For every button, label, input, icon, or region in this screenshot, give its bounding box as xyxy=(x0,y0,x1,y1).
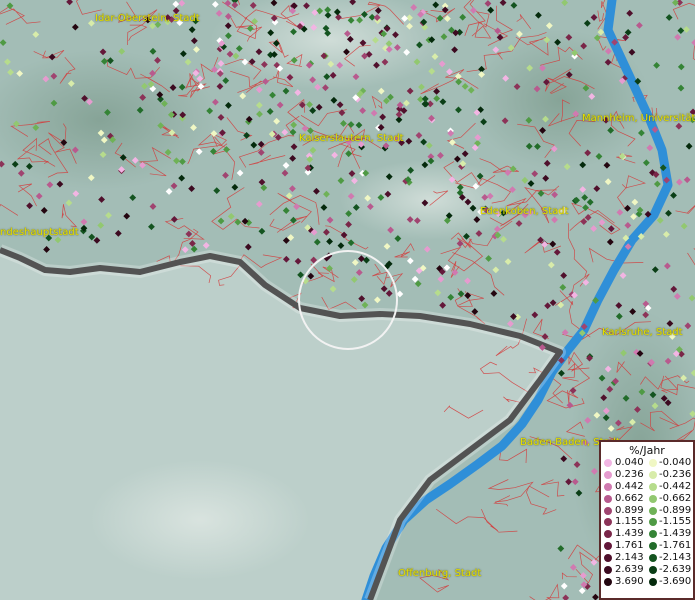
city-label: Kaiserslautern, Stadt xyxy=(299,133,404,144)
legend-swatch xyxy=(649,518,657,527)
legend-value: 1.439 xyxy=(615,528,644,540)
city-label: ndeshauptstadt xyxy=(0,227,79,238)
legend-value: 0.040 xyxy=(615,457,644,468)
legend-swatch xyxy=(604,518,612,527)
map-canvas[interactable] xyxy=(0,0,695,600)
city-label: Offenburg, Stadt xyxy=(398,568,482,579)
legend-value: -0.040 xyxy=(659,457,692,468)
legend-value: 0.442 xyxy=(615,480,644,492)
legend-row: 0.040 -0.040 xyxy=(601,457,693,469)
city-label: Karlsruhe, Stadt xyxy=(602,327,683,338)
legend-value: -1.439 xyxy=(659,528,692,540)
legend-value: -2.639 xyxy=(659,564,692,576)
legend-value: 0.662 xyxy=(615,492,644,504)
legend-row: 0.442 -0.442 xyxy=(601,481,693,493)
legend-value: -0.662 xyxy=(659,492,692,504)
legend-value: 3.690 xyxy=(615,575,644,587)
city-label: Mannheim, Universitäts xyxy=(582,113,695,124)
legend-rows: 0.040 -0.040 0.236 -0.236 0.442 -0.442 0.662 -0… xyxy=(601,457,693,588)
legend-swatch xyxy=(604,542,612,551)
legend-row: 2.639 -2.639 xyxy=(601,564,693,576)
legend-value: 2.143 xyxy=(615,552,644,564)
legend-row: 1.761 -1.761 xyxy=(601,540,693,552)
legend-value: 1.155 xyxy=(615,516,644,528)
legend-row: 3.690 -3.690 xyxy=(601,576,693,588)
map-view[interactable]: Idar-Oberstein, Stadt Kaiserslautern, St… xyxy=(0,0,695,600)
legend-swatch xyxy=(604,506,612,515)
legend-swatch xyxy=(604,530,612,539)
legend-swatch xyxy=(649,470,657,479)
legend-row: 0.899 -0.899 xyxy=(601,505,693,517)
relief-shade xyxy=(90,460,310,580)
legend-swatch xyxy=(649,482,657,491)
legend-swatch xyxy=(649,530,657,539)
legend-swatch xyxy=(649,566,657,575)
legend-swatch xyxy=(604,494,612,503)
legend-row: 1.155 -1.155 xyxy=(601,516,693,528)
legend-value: -0.899 xyxy=(659,504,692,516)
legend-row: 2.143 -2.143 xyxy=(601,552,693,564)
legend-row: 1.439 -1.439 xyxy=(601,528,693,540)
legend-swatch xyxy=(604,566,612,575)
legend-swatch xyxy=(604,577,612,586)
legend-swatch xyxy=(604,459,612,467)
legend-value: -0.442 xyxy=(659,480,692,492)
legend-swatch xyxy=(604,554,612,563)
legend-value: 2.639 xyxy=(615,564,644,576)
legend-swatch xyxy=(649,494,657,503)
legend-swatch xyxy=(649,542,657,551)
legend-value: 1.761 xyxy=(615,540,644,552)
legend-swatch xyxy=(604,470,612,479)
legend-swatch xyxy=(649,506,657,515)
legend-title: %/Jahr xyxy=(629,444,665,457)
city-label: Edenkoben, Stadt xyxy=(480,206,569,217)
legend: %/Jahr 0.040 -0.040 0.236 -0.236 0.442 -0.442… xyxy=(599,440,695,600)
legend-swatch xyxy=(649,554,657,563)
legend-value: 0.236 xyxy=(615,468,644,480)
legend-value: -0.236 xyxy=(659,468,692,480)
legend-row: 0.236 -0.236 xyxy=(601,469,693,481)
legend-swatch xyxy=(649,577,657,586)
legend-value: -3.690 xyxy=(659,575,692,587)
legend-swatch xyxy=(649,459,657,467)
legend-value: -2.143 xyxy=(659,552,692,564)
legend-swatch xyxy=(604,482,612,491)
legend-value: -1.761 xyxy=(659,540,692,552)
legend-value: 0.899 xyxy=(615,504,644,516)
legend-row: 0.662 -0.662 xyxy=(601,493,693,505)
legend-value: -1.155 xyxy=(659,516,692,528)
city-label: Idar-Oberstein, Stadt xyxy=(95,13,200,24)
